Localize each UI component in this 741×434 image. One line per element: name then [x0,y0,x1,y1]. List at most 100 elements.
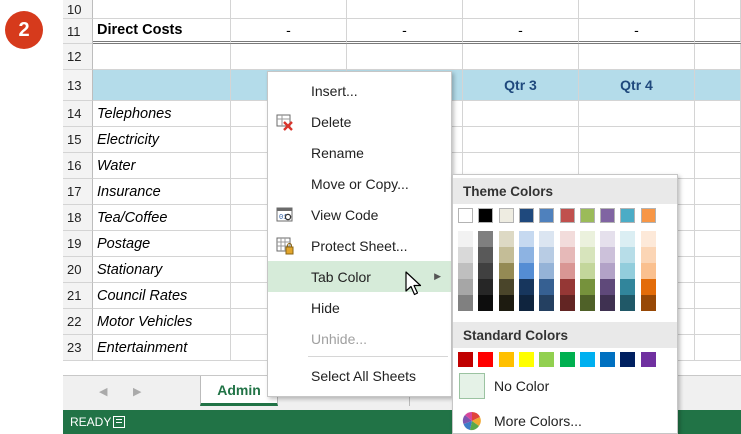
theme-shade-swatch[interactable] [458,295,473,311]
cell-value[interactable]: - [231,19,347,44]
theme-shade-swatch[interactable] [478,295,494,311]
theme-shade-swatch[interactable] [539,279,555,295]
cell-value[interactable]: Qtr 4 [579,70,695,101]
theme-shade-swatch[interactable] [579,279,595,295]
cell-empty[interactable] [695,309,741,335]
theme-shade-swatch[interactable] [640,247,656,263]
theme-shade-swatch[interactable] [478,247,494,263]
theme-shade-swatch[interactable] [498,247,514,263]
no-color-option[interactable]: No Color [456,371,676,401]
menu-item-select-all-sheets[interactable]: Select All Sheets [268,360,451,391]
macro-record-icon[interactable] [113,416,125,428]
cell-value[interactable] [347,0,463,19]
row-header[interactable]: 11 [63,19,93,44]
row-header[interactable]: 12 [63,44,93,70]
cell-label[interactable]: Insurance [93,179,231,205]
row-header[interactable]: 14 [63,101,93,127]
cell-label[interactable]: Stationary [93,257,231,283]
menu-item-view-code[interactable]: 01 View Code [268,199,451,230]
cell-empty[interactable] [695,231,741,257]
cell-value[interactable] [463,44,579,70]
cell-value[interactable] [579,0,695,19]
theme-color-swatch[interactable] [620,208,636,223]
cell-empty[interactable] [695,283,741,309]
theme-color-swatch[interactable] [478,208,494,223]
theme-shade-swatch[interactable] [478,263,494,279]
cell-empty[interactable] [695,70,741,101]
cell-empty[interactable] [695,101,741,127]
cell-value[interactable] [579,127,695,153]
theme-shade-swatch[interactable] [640,279,656,295]
standard-color-swatch[interactable] [518,352,534,367]
tab-scroll-left-icon[interactable]: ◀ [99,385,107,398]
row-header[interactable]: 22 [63,309,93,335]
cell-value[interactable]: - [579,19,695,44]
theme-shade-swatch[interactable] [559,247,575,263]
theme-shade-swatch[interactable] [600,263,616,279]
standard-color-swatch[interactable] [559,352,575,367]
theme-shade-swatch[interactable] [518,263,534,279]
cell-empty[interactable] [695,127,741,153]
cell-value[interactable] [463,127,579,153]
theme-color-swatch[interactable] [579,208,595,223]
theme-shade-swatch[interactable] [620,279,636,295]
menu-item-rename[interactable]: Rename [268,137,451,168]
theme-color-swatch[interactable] [539,208,555,223]
standard-color-swatch[interactable] [640,352,656,367]
theme-shade-swatch[interactable] [478,231,494,247]
cell-value[interactable] [579,101,695,127]
theme-shade-swatch[interactable] [458,279,473,295]
cell-empty[interactable] [695,257,741,283]
row-header[interactable]: 17 [63,179,93,205]
cell-label[interactable]: Electricity [93,127,231,153]
cell-value[interactable] [463,101,579,127]
theme-shade-swatch[interactable] [518,279,534,295]
cell-label[interactable] [93,44,231,70]
theme-shade-swatch[interactable] [559,295,575,311]
cell-label[interactable]: Direct Costs [93,19,231,44]
row-header[interactable]: 21 [63,283,93,309]
theme-shade-swatch[interactable] [539,263,555,279]
theme-shade-swatch[interactable] [620,263,636,279]
theme-shade-swatch[interactable] [600,295,616,311]
theme-shade-swatch[interactable] [498,295,514,311]
sheet-row[interactable]: 11 Direct Costs - - - - [63,19,741,44]
theme-shade-swatch[interactable] [518,231,534,247]
theme-shade-swatch[interactable] [458,247,473,263]
standard-color-swatch[interactable] [539,352,555,367]
sheet-row[interactable]: 12 [63,44,741,70]
cell-empty[interactable] [695,335,741,361]
theme-shade-swatch[interactable] [498,279,514,295]
cell-value[interactable] [463,0,579,19]
row-header[interactable]: 10 [63,0,93,19]
cell-label[interactable] [93,70,231,101]
cell-value[interactable]: Qtr 3 [463,70,579,101]
menu-item-delete[interactable]: Delete [268,106,451,137]
standard-color-swatch[interactable] [620,352,636,367]
theme-color-swatch[interactable] [640,208,656,223]
cell-label[interactable]: Council Rates [93,283,231,309]
theme-shade-swatch[interactable] [600,247,616,263]
standard-color-swatch[interactable] [498,352,514,367]
row-header[interactable]: 20 [63,257,93,283]
theme-shade-swatch[interactable] [620,231,636,247]
theme-color-swatch[interactable] [498,208,514,223]
sheet-row[interactable]: 10 [63,0,741,19]
cell-empty[interactable] [695,205,741,231]
theme-shade-swatch[interactable] [458,231,473,247]
theme-shade-swatch[interactable] [539,231,555,247]
cell-value[interactable]: - [463,19,579,44]
cell-label[interactable]: Entertainment [93,335,231,361]
row-header[interactable]: 13 [63,70,93,101]
cell-label[interactable]: Tea/Coffee [93,205,231,231]
cell-empty[interactable] [695,179,741,205]
more-colors-option[interactable]: More Colors... [456,406,676,434]
cell-empty[interactable] [695,0,741,19]
theme-shade-swatch[interactable] [579,295,595,311]
cell-value[interactable] [231,44,347,70]
theme-color-swatch[interactable] [559,208,575,223]
theme-shade-swatch[interactable] [539,295,555,311]
menu-item-move-or-copy[interactable]: Move or Copy... [268,168,451,199]
cell-label[interactable]: Motor Vehicles [93,309,231,335]
row-header[interactable]: 18 [63,205,93,231]
